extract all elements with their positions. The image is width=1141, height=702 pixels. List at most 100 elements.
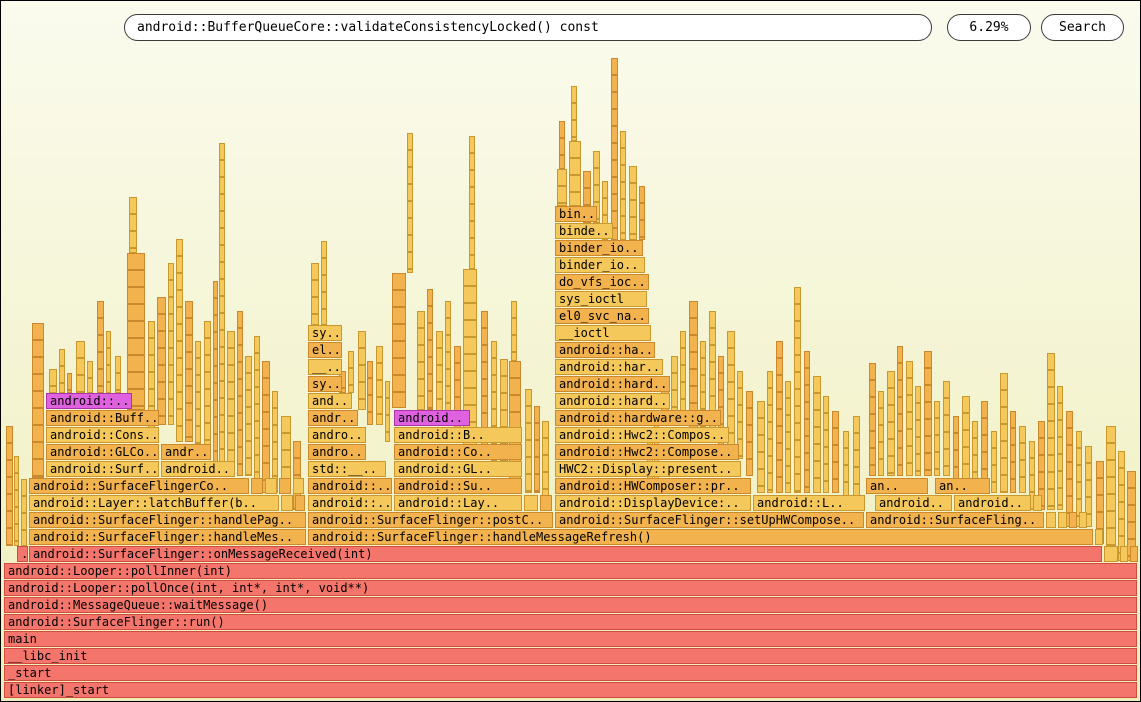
flame-spike[interactable] xyxy=(59,349,65,393)
flame-frame[interactable]: main xyxy=(4,631,1137,647)
flame-frame[interactable]: android::har.. xyxy=(555,359,663,375)
flame-spike[interactable] xyxy=(1047,353,1055,510)
flame-spike[interactable] xyxy=(204,321,211,459)
flame-spike[interactable] xyxy=(97,301,104,393)
flame-spike[interactable] xyxy=(611,58,618,240)
flame-spike[interactable] xyxy=(767,371,773,493)
flame-spike[interactable] xyxy=(262,361,270,493)
flame-frame[interactable]: __libc_init xyxy=(4,648,1137,664)
flame-frame[interactable]: android::Hwc2::Compose.. xyxy=(555,444,739,460)
flame-frame-unlabeled[interactable] xyxy=(293,478,304,494)
flame-frame[interactable]: __ioctl xyxy=(555,325,651,341)
flame-spike[interactable] xyxy=(813,376,821,493)
flame-frame[interactable]: android::SurfaceFlinger::postC.. xyxy=(308,512,553,528)
flame-frame-unlabeled[interactable] xyxy=(1095,529,1103,545)
flame-spike[interactable] xyxy=(311,263,319,325)
flame-frame[interactable]: android::SurfaceFlinger::onMessageReceiv… xyxy=(29,546,1102,562)
flame-frame[interactable]: android::Lay.. xyxy=(394,495,522,511)
flame-spike[interactable] xyxy=(1057,386,1063,510)
flame-frame[interactable]: android::Looper::pollOnce(int, int*, int… xyxy=(4,580,1137,596)
flame-frame[interactable]: android::SurfaceFling.. xyxy=(866,512,1044,528)
flame-frame[interactable]: android::L.. xyxy=(753,495,865,511)
flame-spike[interactable] xyxy=(776,341,783,493)
flame-spike[interactable] xyxy=(1010,411,1016,493)
flame-frame-unlabeled[interactable] xyxy=(281,495,293,511)
flame-spike[interactable] xyxy=(1000,373,1008,493)
flame-frame[interactable]: android::MessageQueue::waitMessage() xyxy=(4,597,1137,613)
flame-spike[interactable] xyxy=(1019,426,1026,493)
flame-spike[interactable] xyxy=(227,331,235,476)
flame-spike[interactable] xyxy=(87,361,93,393)
flame-frame[interactable]: _start xyxy=(4,665,1137,681)
flame-spike[interactable] xyxy=(407,133,413,273)
flame-frame[interactable]: an.. xyxy=(935,478,990,494)
flame-frame[interactable]: binde.. xyxy=(555,223,613,239)
flame-frame-unlabeled[interactable] xyxy=(1120,546,1128,562)
flame-frame[interactable]: sys_ioctl xyxy=(555,291,647,307)
flame-frame[interactable]: android::hard.. xyxy=(555,393,670,409)
flame-frame[interactable]: android::ha.. xyxy=(555,342,655,358)
flame-frame[interactable]: android::.. xyxy=(46,393,132,409)
flame-spike[interactable] xyxy=(14,456,19,546)
flame-frame[interactable]: android::GL.. xyxy=(394,461,522,477)
flame-spike[interactable] xyxy=(127,253,145,410)
flame-spike[interactable] xyxy=(534,406,540,493)
flame-spike[interactable] xyxy=(832,411,839,493)
flame-spike[interactable] xyxy=(254,336,260,493)
flame-frame-unlabeled[interactable] xyxy=(1104,546,1118,562)
flame-frame-unlabeled[interactable] xyxy=(1069,512,1077,528)
flame-spike[interactable] xyxy=(469,136,475,269)
flame-spike[interactable] xyxy=(511,301,517,361)
flame-frame[interactable]: sy.. xyxy=(308,376,342,392)
flame-spike[interactable] xyxy=(321,241,327,325)
flame-spike[interactable] xyxy=(557,169,567,206)
flame-frame[interactable]: andro.. xyxy=(308,444,366,460)
flame-spike[interactable] xyxy=(757,401,765,493)
flame-frame[interactable]: android.. xyxy=(394,410,470,426)
flame-frame[interactable]: HWC2::Display::present.. xyxy=(555,461,741,477)
flame-spike[interactable] xyxy=(629,166,637,240)
flame-frame[interactable]: andro.. xyxy=(308,427,366,443)
flame-frame[interactable]: android::Buff.. xyxy=(46,410,159,426)
flame-frame[interactable]: an.. xyxy=(866,478,928,494)
flame-frame[interactable]: andr.. xyxy=(161,444,211,460)
flame-frame[interactable]: android::.. xyxy=(308,478,392,494)
flame-frame[interactable]: android::Layer::latchBuffer(b.. xyxy=(29,495,279,511)
flame-spike[interactable] xyxy=(869,363,876,476)
flame-frame[interactable]: android::Su.. xyxy=(394,478,522,494)
flame-spike[interactable] xyxy=(639,186,645,240)
flame-spike[interactable] xyxy=(21,479,27,546)
flame-spike[interactable] xyxy=(571,86,577,141)
function-search-input[interactable] xyxy=(124,14,932,41)
flame-frame[interactable]: do_vfs_ioc.. xyxy=(555,274,649,290)
flame-spike[interactable] xyxy=(157,297,166,425)
flame-frame[interactable]: andr.. xyxy=(308,410,358,426)
flame-spike[interactable] xyxy=(6,426,13,546)
flame-spike[interactable] xyxy=(785,381,791,493)
flame-frame[interactable]: android::B.. xyxy=(394,427,522,443)
flame-spike[interactable] xyxy=(392,273,406,408)
flame-frame-unlabeled[interactable] xyxy=(1058,512,1067,528)
flame-frame[interactable]: android::SurfaceFlinger::handlePag.. xyxy=(29,512,306,528)
flame-spike[interactable] xyxy=(115,356,121,393)
flame-frame[interactable]: android::HWComposer::pr.. xyxy=(555,478,751,494)
flame-spike[interactable] xyxy=(106,331,111,393)
search-button[interactable]: Search xyxy=(1041,14,1124,41)
flame-frame[interactable]: __.. xyxy=(308,359,342,375)
flame-spike[interactable] xyxy=(76,341,85,393)
flame-spike[interactable] xyxy=(915,386,921,476)
flame-frame[interactable]: and.. xyxy=(308,393,352,409)
flame-frame[interactable]: android::Surf.. xyxy=(46,461,159,477)
flame-spike[interactable] xyxy=(794,287,801,493)
flame-frame-unlabeled[interactable] xyxy=(524,495,538,511)
flame-spike[interactable] xyxy=(185,301,193,442)
flame-spike[interactable] xyxy=(887,371,895,476)
flame-spike[interactable] xyxy=(1118,451,1125,561)
flame-frame[interactable]: android::hardware::g.. xyxy=(555,410,721,426)
flame-frame[interactable]: android::Cons.. xyxy=(46,427,159,443)
flame-spike[interactable] xyxy=(569,141,581,206)
flame-spike[interactable] xyxy=(129,197,137,253)
flame-frame-unlabeled[interactable] xyxy=(279,478,291,494)
flame-spike[interactable] xyxy=(878,391,884,476)
flame-frame[interactable]: [linker]_start xyxy=(4,682,1137,698)
